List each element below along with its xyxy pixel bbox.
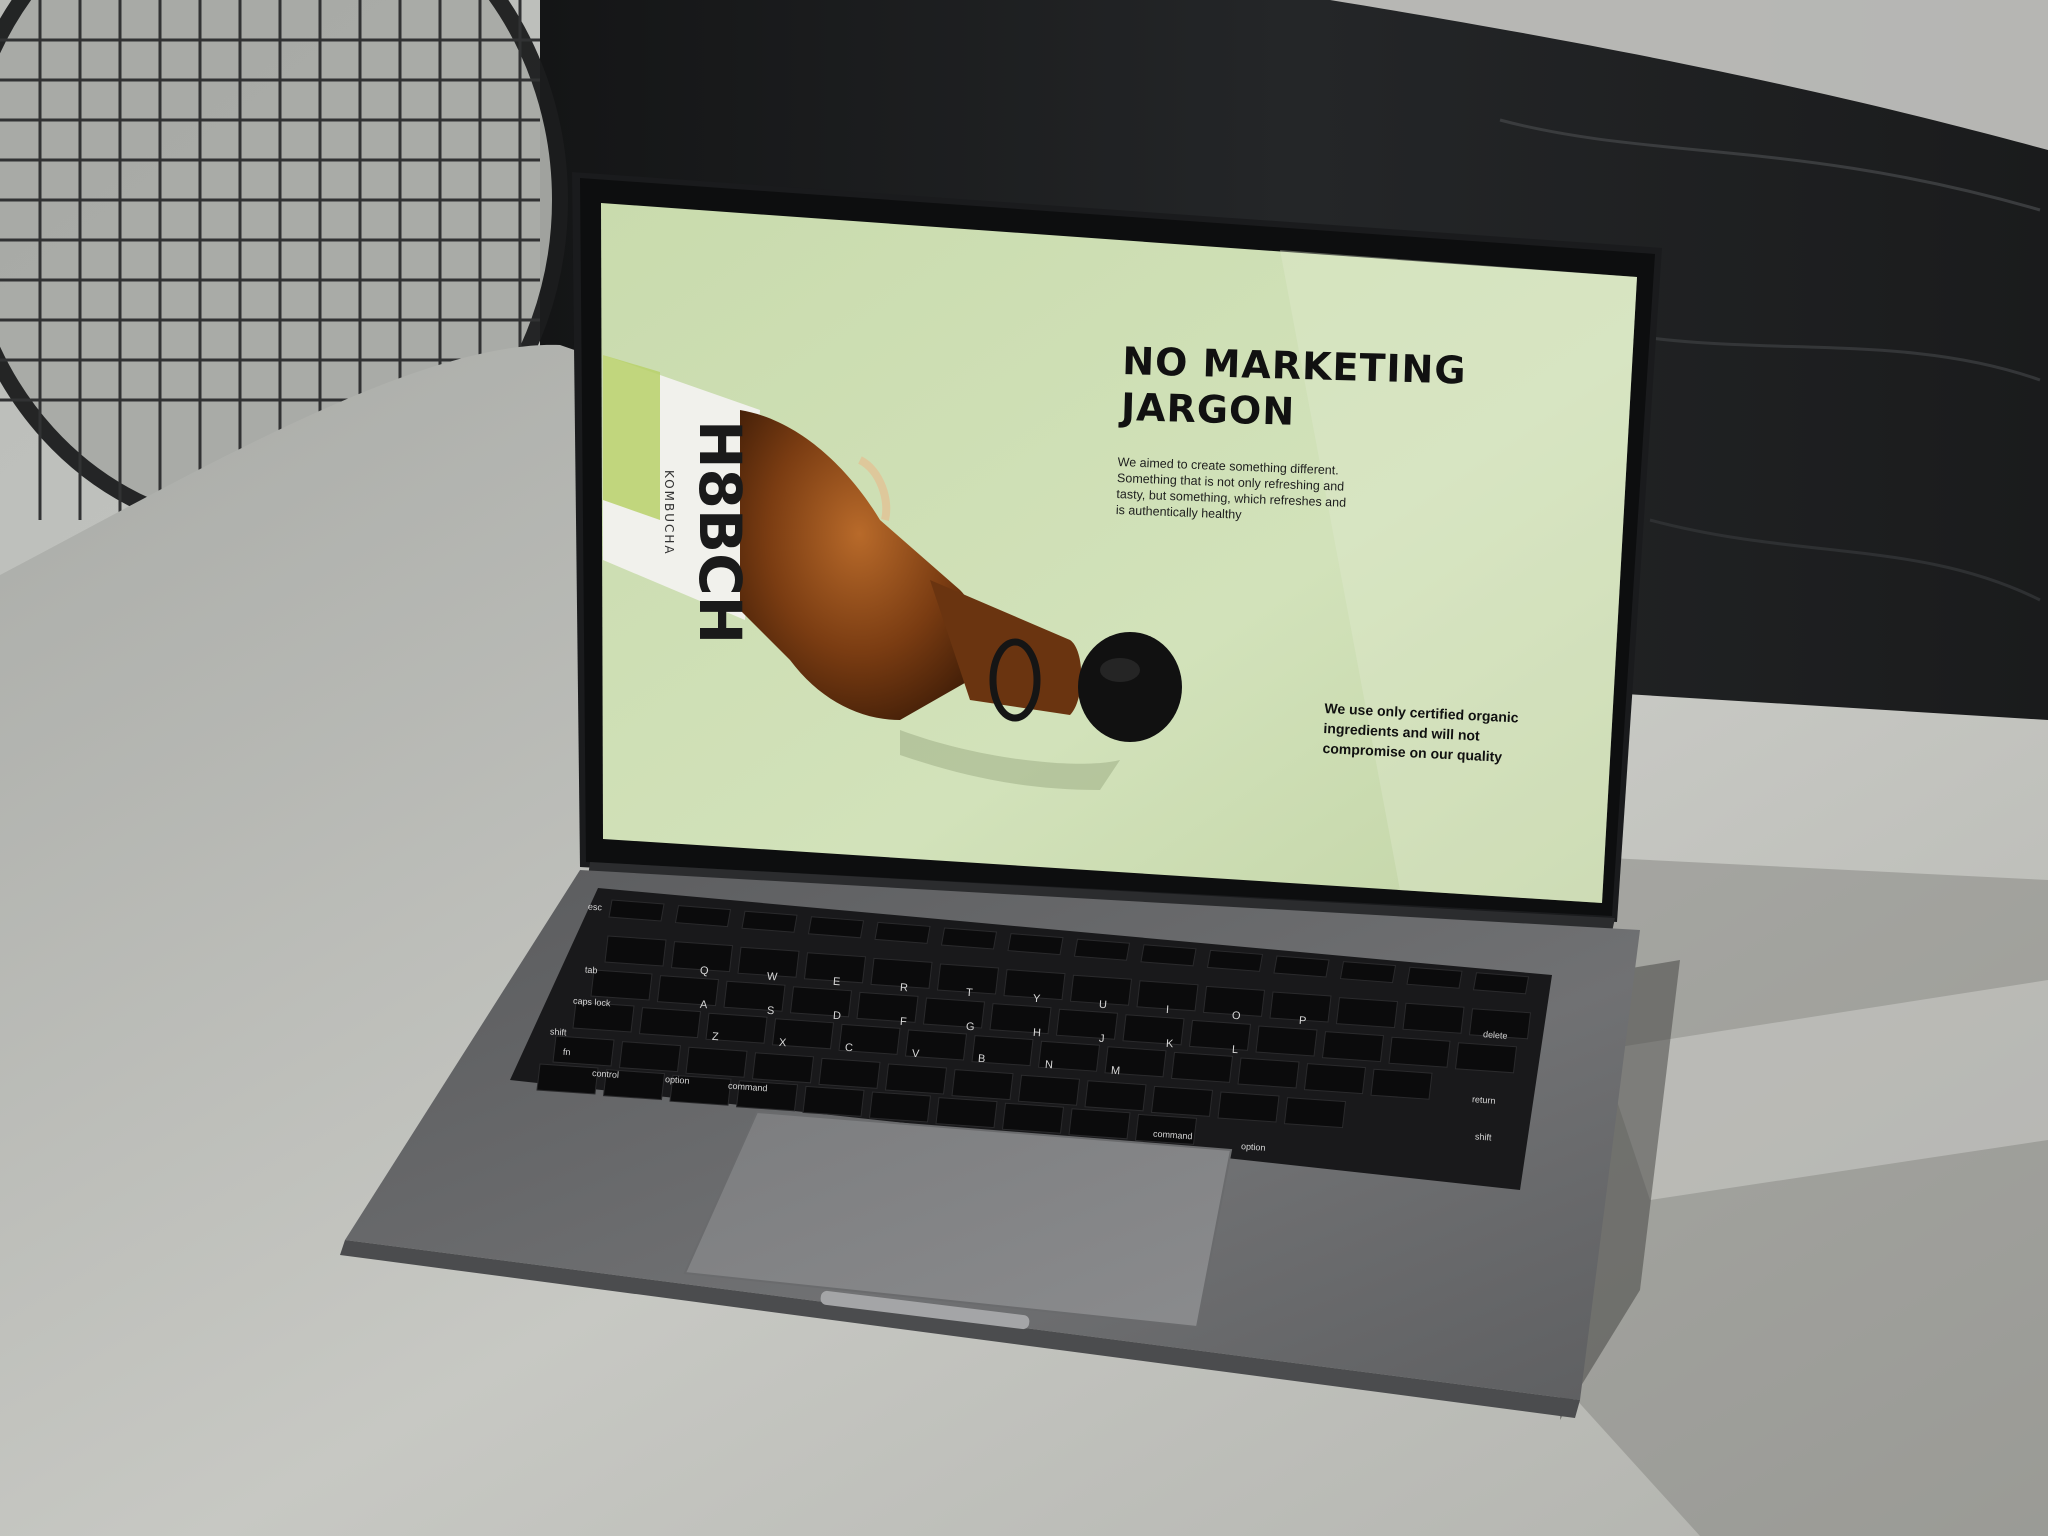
keyboard-key[interactable] [685, 1046, 748, 1078]
key-d[interactable]: D [833, 1010, 842, 1023]
keyboard-key[interactable] [868, 1091, 932, 1123]
keyboard-key[interactable] [874, 921, 931, 944]
key-f[interactable]: F [899, 1016, 907, 1028]
key-c[interactable]: C [845, 1042, 854, 1055]
key-i[interactable]: I [1165, 1004, 1169, 1016]
key-return[interactable]: return [1472, 1094, 1496, 1106]
screen-quality-promise: We use only certified organic ingredient… [1322, 699, 1519, 765]
laptop-photo-scene: H8BCH KOMBUCHA [0, 0, 2048, 1536]
key-o[interactable]: O [1232, 1010, 1241, 1023]
keyboard-key[interactable] [951, 1069, 1014, 1101]
keyboard-key[interactable] [1321, 1031, 1385, 1063]
keyboard-key[interactable] [1007, 933, 1064, 956]
key-n[interactable]: N [1044, 1059, 1053, 1072]
keyboard-key[interactable] [1388, 1036, 1451, 1068]
key-w[interactable]: W [766, 970, 777, 983]
key-q[interactable]: Q [700, 965, 709, 978]
keyboard-key[interactable] [751, 1052, 815, 1084]
key-a[interactable]: A [700, 999, 708, 1011]
keyboard-key[interactable] [940, 927, 998, 950]
keyboard-key[interactable] [1206, 949, 1264, 972]
keyboard-key[interactable] [789, 986, 853, 1018]
keyboard-key[interactable] [674, 905, 732, 928]
keyboard-key[interactable] [1170, 1051, 1234, 1083]
keyboard-key[interactable] [1073, 938, 1131, 961]
key-fn[interactable]: fn [563, 1047, 571, 1058]
keyboard-key[interactable] [922, 997, 986, 1029]
key-k[interactable]: K [1165, 1038, 1173, 1050]
key-p[interactable]: P [1298, 1015, 1306, 1027]
keyboard-key[interactable] [1335, 997, 1399, 1029]
keyboard-key[interactable] [604, 935, 667, 967]
keyboard-key[interactable] [590, 969, 653, 1001]
key-option-right[interactable]: option [1241, 1141, 1266, 1153]
keyboard-key[interactable] [1255, 1025, 1318, 1057]
keyboard-key[interactable] [1150, 1085, 1214, 1117]
key-u[interactable]: U [1099, 998, 1108, 1011]
keyboard-key[interactable] [638, 1007, 702, 1039]
key-delete[interactable]: delete [1483, 1029, 1508, 1041]
key-control[interactable]: control [592, 1068, 620, 1080]
keyboard-key[interactable] [1472, 972, 1530, 995]
keyboard-key[interactable] [618, 1041, 682, 1073]
keyboard-key[interactable] [1140, 944, 1197, 967]
keyboard-key[interactable] [1001, 1102, 1065, 1134]
key-t[interactable]: T [966, 987, 974, 999]
keyboard-key[interactable] [1402, 1002, 1465, 1034]
key-y[interactable]: Y [1032, 993, 1040, 1005]
key-option-left[interactable]: option [665, 1074, 690, 1086]
bottle-cap [1078, 632, 1182, 742]
key-h[interactable]: H [1032, 1027, 1041, 1040]
keyboard-key[interactable] [807, 916, 865, 939]
keyboard-key[interactable] [884, 1063, 948, 1095]
keyboard-key[interactable] [1283, 1097, 1347, 1129]
key-l[interactable]: L [1232, 1044, 1239, 1056]
key-v[interactable]: V [911, 1048, 919, 1060]
key-shift-right[interactable]: shift [1475, 1131, 1492, 1142]
bottle-brand-text: H8BCH [686, 420, 754, 644]
screen-headline: NO MARKETING JARGON [1120, 338, 1592, 443]
keyboard-key[interactable] [818, 1057, 881, 1089]
keyboard-key[interactable] [656, 975, 720, 1007]
keyboard-key[interactable] [935, 1097, 998, 1129]
keyboard-key[interactable] [741, 910, 798, 933]
key-r[interactable]: R [899, 982, 908, 995]
keyboard-key[interactable] [723, 980, 786, 1012]
key-z[interactable]: Z [712, 1031, 720, 1043]
keyboard-key[interactable] [1188, 1019, 1252, 1051]
keyboard-key[interactable] [1055, 1008, 1119, 1040]
keyboard-key[interactable] [1339, 961, 1397, 984]
keyboard-key[interactable] [1370, 1068, 1433, 1100]
keyboard-key[interactable] [1217, 1091, 1280, 1123]
keyboard-key[interactable] [856, 991, 919, 1023]
keyboard-key[interactable] [1068, 1108, 1131, 1140]
keyboard-key[interactable] [1084, 1080, 1147, 1112]
keyboard-key[interactable] [1273, 955, 1330, 978]
keyboard-key[interactable] [1406, 966, 1463, 989]
key-s[interactable]: S [766, 1004, 774, 1016]
key-m[interactable]: M [1111, 1064, 1121, 1077]
keyboard-key[interactable] [1454, 1042, 1518, 1074]
key-tab[interactable]: tab [585, 965, 598, 976]
key-j[interactable]: J [1099, 1032, 1105, 1044]
keyboard-key[interactable] [536, 1063, 599, 1095]
keyboard-key[interactable] [989, 1003, 1052, 1035]
key-e[interactable]: E [833, 976, 841, 988]
keyboard-key[interactable] [608, 899, 665, 922]
key-g[interactable]: G [966, 1021, 975, 1034]
keyboard-key[interactable] [1122, 1014, 1185, 1046]
keyboard-key[interactable] [802, 1085, 865, 1117]
key-b[interactable]: B [978, 1053, 986, 1065]
keyboard-key[interactable] [1303, 1063, 1367, 1095]
key-x[interactable]: X [778, 1036, 786, 1048]
keyboard-key[interactable] [1237, 1057, 1300, 1089]
key-shift-left[interactable]: shift [550, 1026, 567, 1037]
key-esc[interactable]: esc [588, 902, 603, 913]
bottle-sub-text: KOMBUCHA [662, 470, 676, 556]
screen-body-copy: We aimed to create something different. … [1115, 454, 1347, 522]
keyboard-key[interactable] [1017, 1074, 1081, 1106]
